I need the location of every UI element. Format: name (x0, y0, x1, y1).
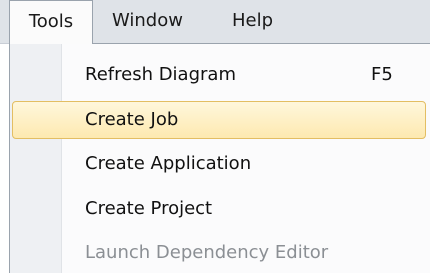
menu-item-label: Refresh Diagram (85, 64, 236, 85)
menu-item-label: Create Project (85, 198, 213, 219)
menu-window[interactable]: Window (112, 0, 183, 44)
menu-item-label: Create Job (85, 109, 179, 130)
menu-help[interactable]: Help (232, 0, 273, 44)
menu-item-refresh-diagram[interactable]: Refresh Diagram F5 (12, 56, 426, 94)
menu-tools[interactable]: Tools (9, 0, 93, 44)
menu-item-label: Create Application (85, 153, 252, 174)
menu-item-launch-dependency-editor[interactable]: Launch Dependency Editor (12, 234, 426, 272)
menu-item-create-job[interactable]: Create Job (12, 101, 426, 139)
menu-item-create-project[interactable]: Create Project (12, 190, 426, 228)
menu-item-create-application[interactable]: Create Application (12, 145, 426, 183)
tools-dropdown-menu: Refresh Diagram F5 Create Job Create App… (9, 43, 430, 273)
menu-item-label: Launch Dependency Editor (85, 242, 329, 263)
app-window: Tools Window Help Refresh Diagram F5 Cre… (0, 0, 430, 273)
menu-bar: Tools Window Help (0, 0, 430, 44)
menu-item-shortcut: F5 (371, 64, 393, 85)
